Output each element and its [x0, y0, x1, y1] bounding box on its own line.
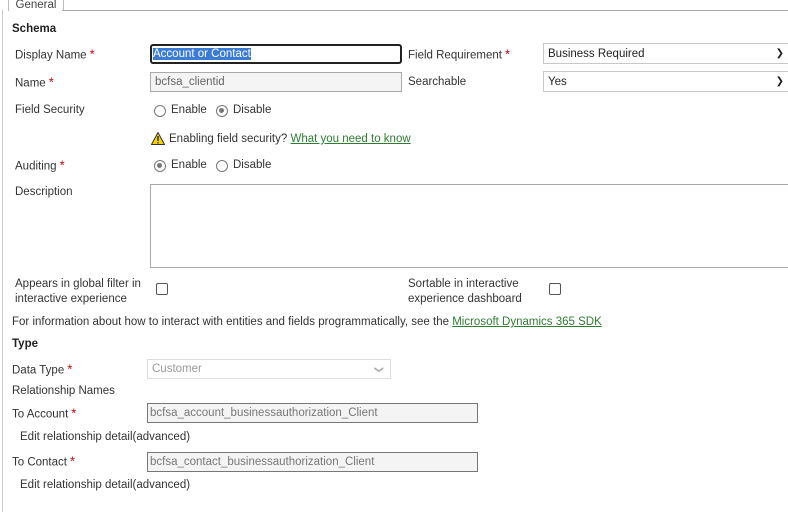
warning-icon: [151, 132, 165, 145]
relationship-names-label: Relationship Names: [12, 385, 115, 397]
edit-account-relationship-link[interactable]: Edit relationship detail(advanced): [20, 431, 190, 443]
to-account-label: To Account *: [12, 405, 77, 421]
chevron-down-icon: ❯: [775, 48, 784, 59]
field-requirement-label: Field Requirement *: [408, 46, 511, 62]
description-label: Description: [15, 186, 73, 198]
field-security-disable-label: Disable: [233, 104, 272, 116]
searchable-select[interactable]: Yes ❯: [543, 71, 788, 92]
name-label: Name *: [15, 74, 54, 90]
sdk-info-text: For information about how to interact wi…: [12, 316, 602, 328]
searchable-label: Searchable: [408, 76, 467, 88]
auditing-label: Auditing *: [15, 157, 65, 173]
what-you-need-to-know-link[interactable]: What you need to know: [290, 133, 410, 145]
tab-divider: [62, 10, 788, 11]
schema-heading: Schema: [12, 23, 57, 35]
to-contact-input[interactable]: bcfsa_contact_businessauthorization_Clie…: [147, 452, 478, 472]
sdk-link[interactable]: Microsoft Dynamics 365 SDK: [452, 316, 602, 328]
display-name-label: Display Name *: [15, 46, 95, 62]
tab-label: General: [15, 0, 57, 11]
global-filter-checkbox[interactable]: [156, 283, 168, 295]
field-security-label: Field Security: [15, 104, 85, 116]
global-filter-label: Appears in global filter in interactive e…: [15, 278, 141, 305]
auditing-disable-radio[interactable]: [216, 160, 228, 172]
edit-contact-relationship-link[interactable]: Edit relationship detail(advanced): [20, 479, 190, 491]
to-account-input[interactable]: bcfsa_account_businessauthorization_Clie…: [147, 403, 478, 423]
sortable-checkbox[interactable]: [549, 283, 561, 295]
type-heading: Type: [12, 338, 38, 350]
description-textarea[interactable]: [150, 184, 788, 268]
data-type-label: Data Type *: [12, 361, 73, 377]
field-requirement-select[interactable]: Business Required ❯: [543, 43, 788, 64]
left-border: [2, 10, 3, 512]
data-type-select[interactable]: Customer ❯: [147, 359, 391, 379]
chevron-down-icon: ❯: [374, 365, 385, 373]
field-security-warning: Enabling field security? What you need t…: [169, 133, 411, 145]
sortable-label: Sortable in interactive experience dashbo…: [408, 278, 522, 305]
auditing-enable-label: Enable: [171, 159, 207, 171]
name-input[interactable]: bcfsa_clientid: [150, 72, 402, 92]
display-name-input[interactable]: Account or Contact: [150, 44, 402, 64]
field-security-enable-label: Enable: [171, 104, 207, 116]
to-contact-label: To Contact *: [12, 453, 76, 469]
field-security-enable-radio[interactable]: [154, 105, 166, 117]
chevron-down-icon: ❯: [775, 76, 784, 87]
tab-general[interactable]: General: [8, 0, 64, 11]
auditing-enable-radio[interactable]: [154, 160, 166, 172]
auditing-disable-label: Disable: [233, 159, 272, 171]
field-security-disable-radio[interactable]: [216, 105, 228, 117]
